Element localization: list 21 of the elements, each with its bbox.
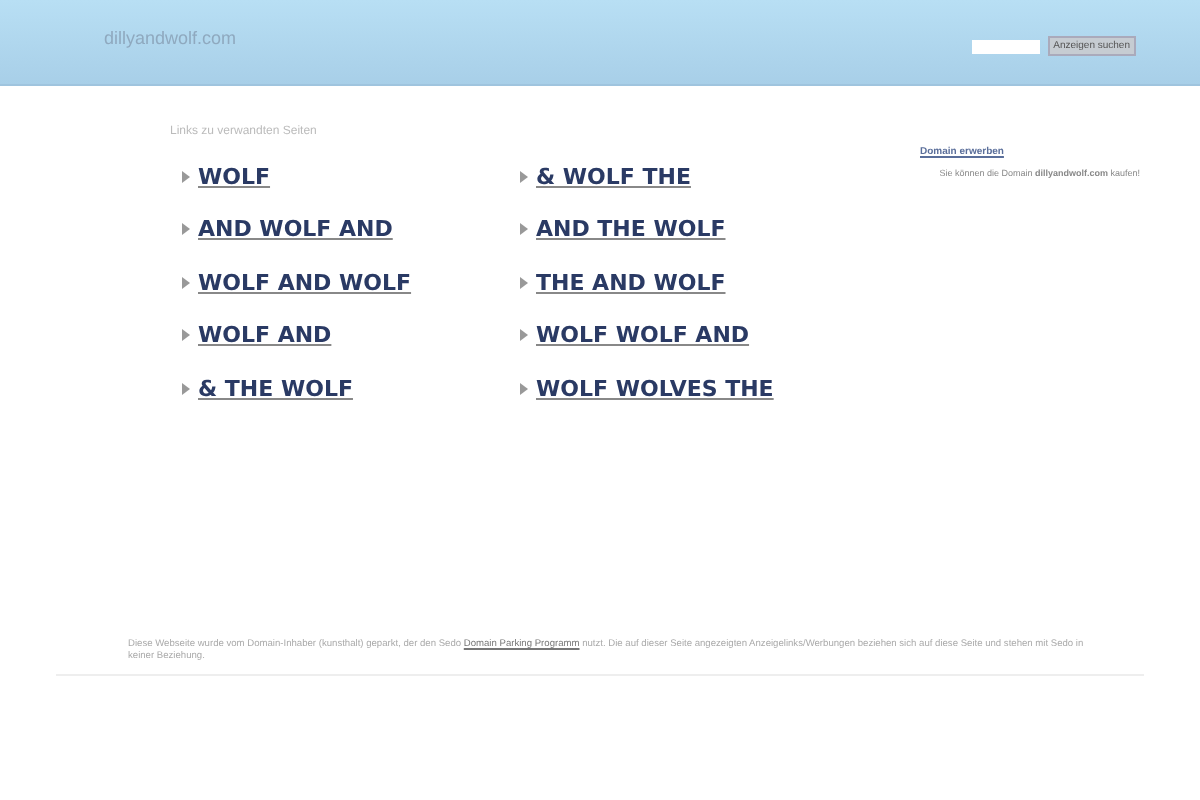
arrow-icon [182,381,190,396]
search-field[interactable] [971,39,1040,53]
related-link[interactable]: & THE WOLF [198,375,353,402]
related-link[interactable]: WOLF WOLVES THE [536,375,774,402]
related-link[interactable]: AND THE WOLF [536,216,726,243]
arrow-icon [182,222,190,237]
arrow-icon [520,222,528,237]
arrow-icon [520,169,528,184]
arrow-icon [520,381,528,396]
related-link[interactable]: THE AND WOLF [536,269,726,296]
arrow-icon [182,328,190,343]
arrow-icon [182,275,190,290]
arrow-icon [520,275,528,290]
related-link[interactable]: WOLF AND WOLF [198,269,412,296]
related-link[interactable]: & WOLF THE [536,163,691,190]
related-link[interactable]: WOLF [198,163,271,190]
related-link[interactable]: WOLF AND [198,322,332,349]
related-link[interactable]: WOLF WOLF AND [536,322,750,349]
related-link[interactable]: AND WOLF AND [198,216,393,243]
arrow-icon [520,328,528,343]
arrow-icon [182,169,190,184]
